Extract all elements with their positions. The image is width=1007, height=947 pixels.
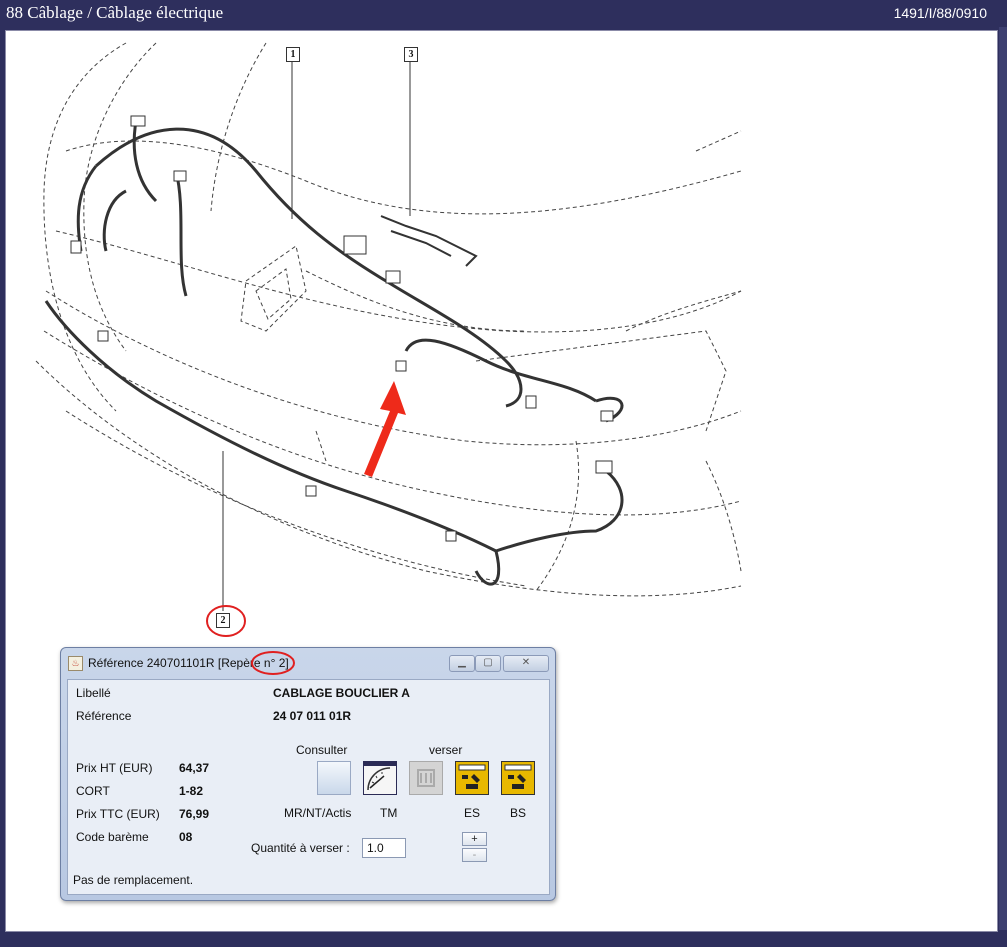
cort-value: 1-82 — [179, 784, 204, 798]
window-title-bar: 88 Câblage / Câblage électrique 1491/I/8… — [0, 0, 1007, 27]
callout-3[interactable]: 3 — [404, 47, 418, 62]
part-disabled-icon — [409, 761, 443, 795]
time-gauge-icon[interactable] — [363, 761, 397, 795]
consulter-label: Consulter — [296, 743, 348, 757]
increment-button[interactable]: + — [462, 832, 487, 846]
quantity-label: Quantité à verser : — [251, 841, 350, 855]
tool-label-mr: MR/NT/Actis — [284, 806, 352, 820]
bs-order-icon[interactable] — [501, 761, 535, 795]
decrement-button[interactable]: - — [462, 848, 487, 862]
status-text: Pas de remplacement. — [73, 873, 194, 887]
prix-ht-label: Prix HT (EUR) — [76, 761, 153, 775]
prix-ht-value: 64,37 — [179, 761, 210, 775]
libelle-value: CABLAGE BOUCLIER A — [273, 686, 410, 700]
reference-value: 24 07 011 01R — [273, 709, 352, 723]
code-bareme-value: 08 — [179, 830, 193, 844]
code-bareme-label: Code barème — [76, 830, 149, 844]
tool-label-tm: TM — [380, 806, 398, 820]
vertical-scrollbar[interactable] — [999, 27, 1007, 930]
window-title: 88 Câblage / Câblage électrique — [6, 3, 224, 22]
java-app-icon: ♨ — [68, 656, 83, 671]
bottom-bar — [0, 932, 1007, 947]
verser-label: verser — [429, 743, 463, 757]
document-code: 1491/I/88/0910 — [893, 5, 987, 21]
tool-label-bs: BS — [510, 806, 527, 820]
reference-label: Référence — [76, 709, 132, 723]
maximize-button[interactable]: ▢ — [475, 655, 501, 672]
prix-ttc-value: 76,99 — [179, 807, 210, 821]
es-order-icon[interactable] — [455, 761, 489, 795]
cort-label: CORT — [76, 784, 110, 798]
minimize-button[interactable]: ▁ — [449, 655, 475, 672]
callout-1[interactable]: 1 — [286, 47, 300, 62]
annotation-circle — [206, 605, 246, 637]
quantity-input[interactable] — [362, 838, 406, 858]
reference-dialog: ♨ Référence 240701101R [Repère n° 2] ▁ ▢… — [60, 647, 556, 901]
annotation-circle-title — [251, 651, 295, 675]
tool-label-es: ES — [464, 806, 481, 820]
annotation-arrow — [364, 381, 406, 477]
dialog-body: Libellé CABLAGE BOUCLIER A Référence 24 … — [67, 679, 550, 895]
close-button[interactable]: ✕ — [503, 655, 549, 672]
manual-icon[interactable] — [317, 761, 351, 795]
prix-ttc-label: Prix TTC (EUR) — [76, 807, 160, 821]
dialog-title-bar: ♨ Référence 240701101R [Repère n° 2] ▁ ▢… — [67, 652, 549, 674]
libelle-label: Libellé — [76, 686, 111, 700]
